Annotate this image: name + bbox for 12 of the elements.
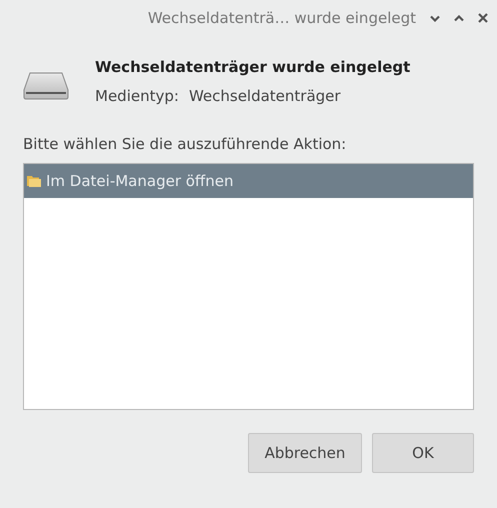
media-type-label: Medientyp: — [95, 87, 179, 105]
dialog-heading: Wechseldatenträger wurde eingelegt — [95, 58, 410, 76]
media-type-value: Wechseldatenträger — [188, 87, 341, 105]
cancel-button[interactable]: Abbrechen — [248, 433, 362, 473]
ok-button[interactable]: OK — [372, 433, 474, 473]
drive-icon — [23, 72, 69, 100]
close-icon[interactable] — [478, 13, 488, 23]
minimize-icon[interactable] — [430, 14, 440, 22]
window-title: Wechseldatenträ… wurde eingelegt — [148, 9, 416, 27]
folder-icon — [27, 175, 41, 187]
prompt-text: Bitte wählen Sie die auszuführende Aktion: — [23, 135, 348, 153]
maximize-icon[interactable] — [454, 14, 464, 22]
